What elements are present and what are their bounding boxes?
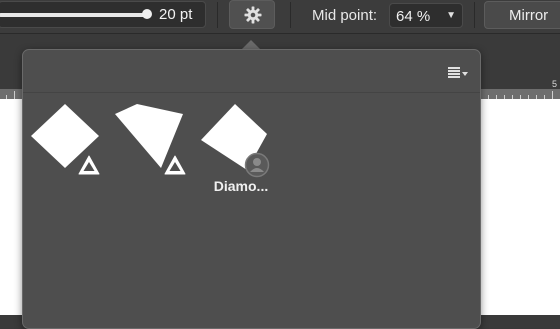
midpoint-select[interactable]: 64 % ▼ — [389, 3, 463, 28]
slider-knob[interactable] — [142, 9, 152, 19]
settings-button[interactable] — [229, 0, 275, 29]
mirror-label: Mirror — [509, 7, 549, 24]
mirror-button[interactable]: Mirror — [484, 1, 560, 29]
ruler-number: 5 — [552, 79, 558, 89]
preset-item[interactable] — [29, 102, 109, 192]
hamburger-menu-icon[interactable] — [448, 67, 468, 79]
triangle-badge-icon — [164, 155, 186, 175]
chevron-down-icon: ▼ — [446, 10, 456, 21]
width-slider[interactable]: 20 pt — [0, 1, 206, 28]
context-toolbar: 20 pt Mid point: 64 % ▼ Mirror — [0, 0, 560, 34]
canvas-area[interactable] — [480, 99, 560, 315]
preset-item[interactable] — [115, 102, 195, 192]
canvas-area[interactable] — [0, 99, 24, 315]
user-badge-icon — [244, 152, 270, 178]
divider — [474, 2, 475, 28]
divider — [290, 2, 291, 28]
midpoint-value: 64 % — [396, 8, 431, 25]
popover-arrow — [242, 40, 260, 49]
gear-icon — [244, 6, 262, 24]
width-value[interactable]: 20 pt — [159, 6, 192, 23]
popover-header — [23, 50, 480, 93]
preset-label: Diamo... — [213, 178, 269, 194]
slider-track[interactable] — [0, 13, 149, 17]
midpoint-label: Mid point: — [312, 7, 378, 24]
triangle-badge-icon — [78, 155, 100, 175]
divider — [217, 2, 218, 28]
preset-popover: Diamo... — [22, 49, 481, 329]
preset-item[interactable]: Diamo... — [201, 102, 281, 194]
